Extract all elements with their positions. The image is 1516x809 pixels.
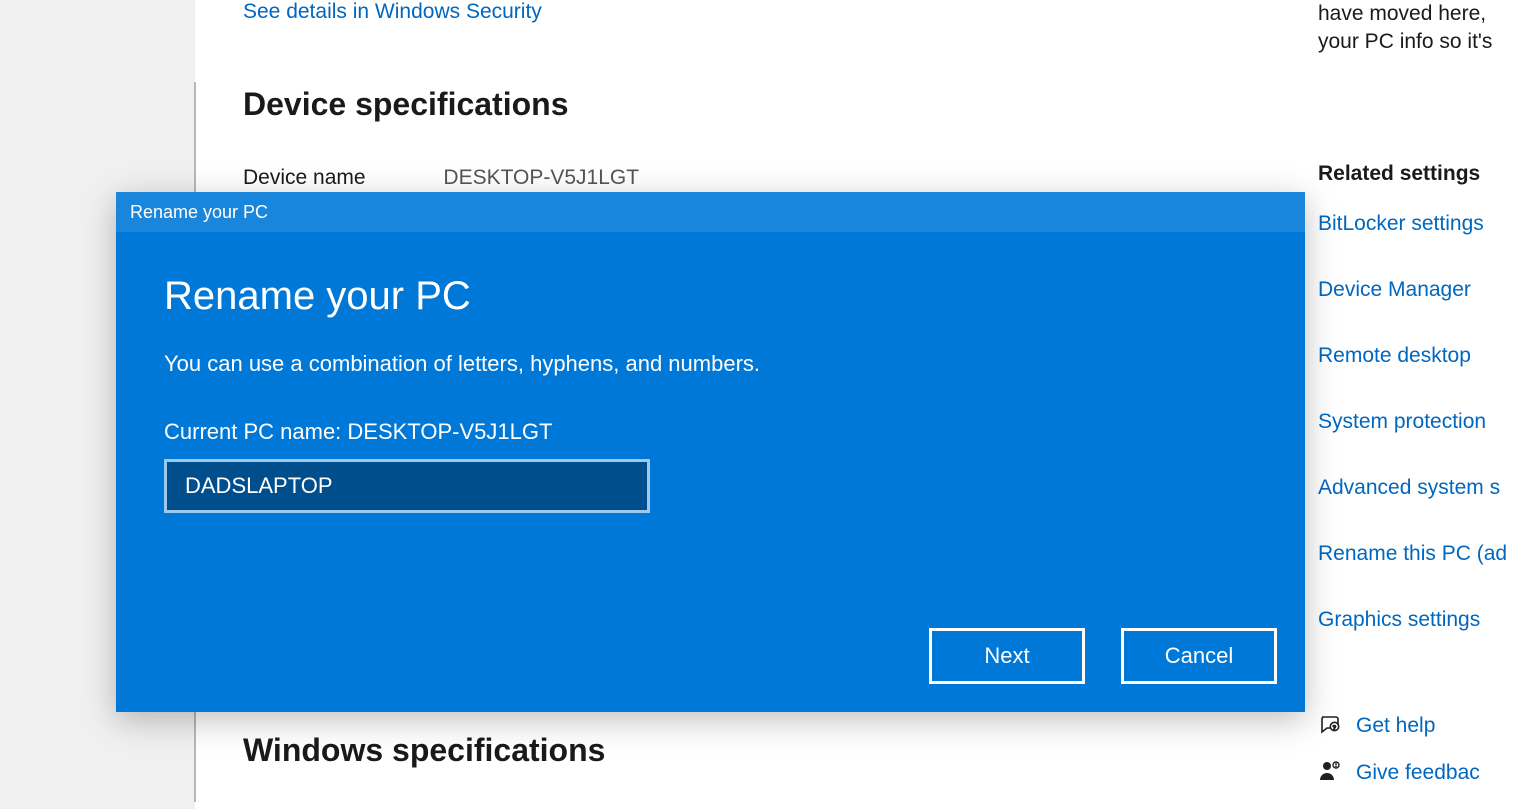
windows-specifications-heading: Windows specifications [243,732,605,769]
chat-help-icon: ? [1318,712,1342,741]
device-name-value: DESKTOP-V5J1LGT [443,166,639,190]
device-name-row: Device name DESKTOP-V5J1LGT [243,166,639,190]
svg-text:?: ? [1333,724,1336,731]
current-pc-name-label: Current PC name: DESKTOP-V5J1LGT [164,419,1257,445]
rename-pc-dialog: Rename your PC Rename your PC You can us… [116,192,1305,712]
give-feedback-link[interactable]: Give feedbac [1318,759,1516,788]
get-help-link[interactable]: ? Get help [1318,712,1516,741]
related-settings-panel: have moved here, your PC info so it's Re… [1318,0,1516,806]
system-protection-link[interactable]: System protection [1318,410,1516,434]
info-hint-text: have moved here, your PC info so it's [1318,0,1516,57]
device-name-label: Device name [243,166,366,190]
rename-this-pc-link[interactable]: Rename this PC (ad [1318,542,1516,566]
dialog-titlebar-text: Rename your PC [130,202,268,223]
windows-security-link[interactable]: See details in Windows Security [243,0,542,24]
give-feedback-label: Give feedbac [1356,761,1480,785]
advanced-system-settings-link[interactable]: Advanced system s [1318,476,1516,500]
dialog-button-row: Next Cancel [929,628,1277,684]
next-button[interactable]: Next [929,628,1085,684]
device-specifications-heading: Device specifications [243,86,568,123]
get-help-label: Get help [1356,714,1435,738]
bitlocker-settings-link[interactable]: BitLocker settings [1318,212,1516,236]
device-manager-link[interactable]: Device Manager [1318,278,1516,302]
feedback-person-icon [1318,759,1342,788]
pc-name-input[interactable] [164,459,650,513]
remote-desktop-link[interactable]: Remote desktop [1318,344,1516,368]
dialog-titlebar[interactable]: Rename your PC [116,192,1305,232]
graphics-settings-link[interactable]: Graphics settings [1318,608,1516,632]
cancel-button[interactable]: Cancel [1121,628,1277,684]
related-settings-heading: Related settings [1318,162,1516,186]
dialog-description: You can use a combination of letters, hy… [164,351,1257,377]
dialog-heading: Rename your PC [164,274,1257,319]
